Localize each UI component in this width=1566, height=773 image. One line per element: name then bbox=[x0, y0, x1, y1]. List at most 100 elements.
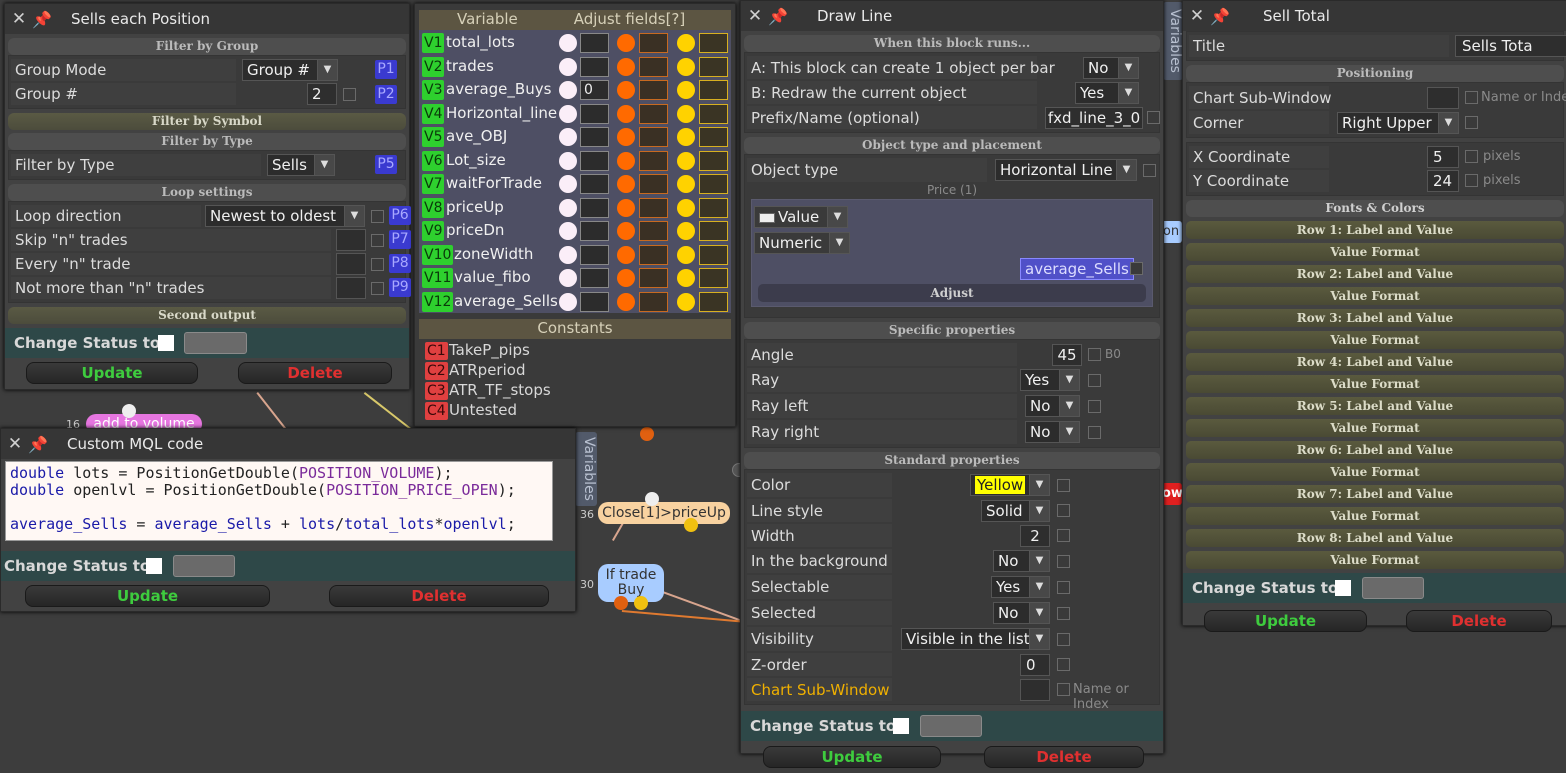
white-circle-icon[interactable] bbox=[559, 151, 577, 170]
yellow-circle-icon[interactable] bbox=[677, 175, 695, 193]
corner-select[interactable]: Right Upper ▼ bbox=[1337, 111, 1459, 134]
variable-row[interactable]: V12 average_Sells bbox=[419, 289, 731, 313]
orange-field[interactable] bbox=[639, 103, 668, 124]
yellow-field[interactable] bbox=[699, 103, 728, 124]
yellow-field[interactable] bbox=[699, 268, 728, 288]
update-button[interactable]: Update bbox=[25, 585, 270, 607]
in-background-select[interactable]: No ▼ bbox=[993, 550, 1050, 572]
variable-row[interactable]: V9 priceDn bbox=[419, 219, 731, 243]
yellow-circle-icon[interactable] bbox=[677, 292, 695, 311]
update-button[interactable]: Update bbox=[26, 362, 198, 384]
yellow-circle-icon[interactable] bbox=[677, 151, 695, 170]
variable-value-field[interactable] bbox=[580, 103, 609, 124]
orange-field[interactable] bbox=[639, 221, 668, 241]
line-style-select[interactable]: Solid ▼ bbox=[981, 499, 1050, 522]
chart-sub-window-input[interactable] bbox=[1020, 678, 1050, 701]
selected-select[interactable]: No ▼ bbox=[993, 602, 1050, 624]
variable-row[interactable]: V1 total_lots bbox=[419, 31, 731, 55]
corner-checkbox[interactable] bbox=[1465, 116, 1478, 129]
orange-circle-icon[interactable] bbox=[617, 292, 635, 311]
yellow-field[interactable] bbox=[699, 56, 728, 77]
param-badge-p7[interactable]: P7 bbox=[389, 230, 411, 249]
variable-row[interactable]: V8 priceUp bbox=[419, 195, 731, 219]
close-icon[interactable]: ✕ bbox=[745, 6, 765, 26]
orange-field[interactable] bbox=[639, 268, 668, 288]
param-badge-p9[interactable]: P9 bbox=[389, 278, 411, 297]
yellow-circle-icon[interactable] bbox=[677, 269, 695, 287]
yellow-circle-icon[interactable] bbox=[677, 34, 695, 52]
every-n-trade-input[interactable] bbox=[336, 253, 366, 275]
white-circle-icon[interactable] bbox=[559, 34, 577, 52]
header-adjust-fields[interactable]: Adjust fields[?] bbox=[574, 10, 686, 30]
panel-titlebar[interactable]: ✕ 📌 Sell Total bbox=[1183, 1, 1566, 31]
variable-row[interactable]: V6 Lot_size bbox=[419, 148, 731, 172]
value-format-section[interactable]: Value Format bbox=[1186, 551, 1564, 569]
variable-row[interactable]: V10 zoneWidth bbox=[419, 242, 731, 266]
node-partial-red[interactable]: ow bbox=[1162, 483, 1183, 505]
white-circle-icon[interactable] bbox=[559, 245, 577, 264]
yellow-field[interactable] bbox=[699, 150, 728, 171]
orange-field[interactable] bbox=[639, 80, 668, 100]
ray-right-checkbox[interactable] bbox=[1088, 426, 1101, 439]
ray-left-select[interactable]: No ▼ bbox=[1025, 395, 1080, 417]
variables-tab[interactable]: Variables bbox=[575, 432, 597, 506]
orange-field[interactable] bbox=[639, 291, 668, 312]
pin-icon[interactable]: 📌 bbox=[29, 10, 55, 29]
b-redraw-select[interactable]: Yes ▼ bbox=[1075, 81, 1139, 104]
object-type-checkbox[interactable] bbox=[1143, 164, 1156, 177]
line-style-checkbox[interactable] bbox=[1057, 504, 1070, 517]
z-order-checkbox[interactable] bbox=[1057, 658, 1070, 671]
status-color-box[interactable] bbox=[1362, 577, 1424, 599]
color-checkbox[interactable] bbox=[1057, 479, 1070, 492]
chart-sub-window-input[interactable] bbox=[1427, 86, 1459, 109]
delete-button[interactable]: Delete bbox=[329, 585, 549, 607]
object-type-select[interactable]: Horizontal Line ▼ bbox=[995, 159, 1137, 181]
constant-row[interactable]: C1 TakeP_pips bbox=[419, 341, 731, 361]
value-format-section[interactable]: Value Format bbox=[1186, 375, 1564, 393]
visibility-select[interactable]: Visible in the list ▼ bbox=[901, 628, 1050, 650]
mql-code-editor[interactable]: double lots = PositionGetDouble(POSITION… bbox=[5, 461, 553, 541]
panel-titlebar[interactable]: ✕ 📌 Draw Line bbox=[741, 1, 1163, 31]
node-port[interactable] bbox=[122, 404, 136, 418]
yellow-circle-icon[interactable] bbox=[677, 81, 695, 99]
param-badge-p2[interactable]: P2 bbox=[375, 85, 397, 104]
orange-field[interactable] bbox=[639, 56, 668, 77]
skip-checkbox[interactable] bbox=[371, 234, 384, 247]
loop-direction-select[interactable]: Newest to oldest ▼ bbox=[205, 205, 365, 227]
node-port[interactable] bbox=[640, 427, 654, 441]
row-label-value-section[interactable]: Row 1: Label and Value bbox=[1186, 221, 1564, 239]
pin-icon[interactable]: 📌 bbox=[1207, 7, 1233, 26]
constant-row[interactable]: C3 ATR_TF_stops bbox=[419, 381, 731, 401]
angle-checkbox[interactable] bbox=[1088, 348, 1101, 361]
white-circle-icon[interactable] bbox=[559, 81, 577, 99]
ray-select[interactable]: Yes ▼ bbox=[1020, 369, 1080, 391]
status-color-box[interactable] bbox=[184, 332, 247, 354]
param-badge-p6[interactable]: P6 bbox=[389, 206, 411, 225]
loop-direction-checkbox[interactable] bbox=[371, 210, 384, 223]
param-badge-p5[interactable]: P5 bbox=[375, 155, 397, 174]
change-status-checkbox[interactable] bbox=[158, 335, 174, 351]
yellow-circle-icon[interactable] bbox=[677, 128, 695, 146]
orange-field[interactable] bbox=[639, 33, 668, 53]
selectable-select[interactable]: Yes ▼ bbox=[991, 576, 1050, 598]
panel-titlebar[interactable]: ✕ 📌 Custom MQL code bbox=[1, 429, 575, 459]
selected-checkbox[interactable] bbox=[1057, 607, 1070, 620]
pin-icon[interactable]: 📌 bbox=[25, 435, 51, 454]
in-background-checkbox[interactable] bbox=[1057, 555, 1070, 568]
row-label-value-section[interactable]: Row 7: Label and Value bbox=[1186, 485, 1564, 503]
delete-button[interactable]: Delete bbox=[238, 362, 392, 384]
delete-button[interactable]: Delete bbox=[1406, 610, 1552, 632]
variable-value-field[interactable] bbox=[580, 56, 609, 77]
param-badge-p1[interactable]: P1 bbox=[375, 60, 397, 79]
status-color-box[interactable] bbox=[173, 555, 235, 577]
yellow-field[interactable] bbox=[699, 244, 728, 265]
yellow-circle-icon[interactable] bbox=[677, 245, 695, 264]
visibility-checkbox[interactable] bbox=[1057, 633, 1070, 646]
every-checkbox[interactable] bbox=[371, 258, 384, 271]
update-button[interactable]: Update bbox=[1204, 610, 1367, 632]
white-circle-icon[interactable] bbox=[559, 198, 577, 217]
yellow-circle-icon[interactable] bbox=[677, 104, 695, 123]
orange-circle-icon[interactable] bbox=[617, 81, 635, 99]
variable-row[interactable]: V2 trades bbox=[419, 54, 731, 78]
orange-field[interactable] bbox=[639, 197, 668, 218]
